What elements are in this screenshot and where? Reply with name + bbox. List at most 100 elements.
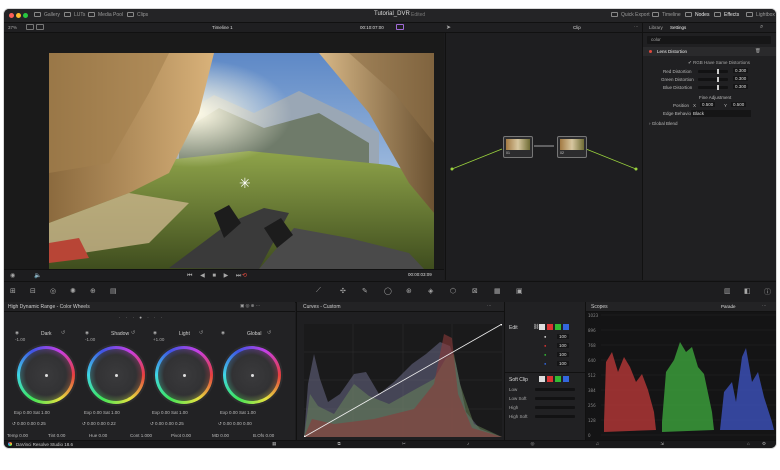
rgb-same-checkbox[interactable]: ✔ RGB Have Same Distortions <box>688 60 750 66</box>
maximize-window-button[interactable] <box>23 13 28 18</box>
page-navigation[interactable]: ▦ ⧉ ✂ ♪ ◎ ♫ ⇲ <box>272 441 694 447</box>
color-wheel-shadow[interactable] <box>87 346 145 404</box>
node-02[interactable]: 02 <box>557 136 587 158</box>
camera-raw-icon[interactable]: ⊞ <box>10 287 16 295</box>
quick-export-button[interactable]: Quick Export <box>611 12 650 18</box>
reset-wheel-icon[interactable]: ↺ <box>61 330 65 336</box>
curves-options-icon[interactable]: ··· <box>487 303 492 308</box>
reset-wheel-icon[interactable]: ↺ <box>267 330 271 336</box>
softclip-y-button[interactable] <box>539 376 545 382</box>
pointer-tool-icon[interactable]: ➤ <box>446 24 451 31</box>
viewer-options-icon[interactable] <box>396 24 404 30</box>
wheel-bottom-cont[interactable]: Cont 1.000 <box>130 433 152 438</box>
softclip-blue-button[interactable] <box>563 376 569 382</box>
clips-button[interactable]: Clips <box>127 12 148 18</box>
more-options-icon[interactable]: ··· <box>634 24 639 29</box>
transport-controls[interactable]: ⏮ ◀ ■ ▶ ⏭ <box>187 272 244 280</box>
red-distortion-slider[interactable] <box>698 69 728 74</box>
wheel-center-handle[interactable] <box>45 374 48 377</box>
soft-clip-low-slider[interactable] <box>535 388 575 391</box>
timeline-selector[interactable]: Timeline 1 <box>212 25 233 30</box>
zoom-level[interactable]: 37% <box>8 25 17 30</box>
zone-options-icon[interactable]: ▣ ◎ ⊕ ··· <box>240 303 260 309</box>
split-view-icon[interactable] <box>36 24 44 30</box>
scope-toggle-icon[interactable]: ▥ <box>724 287 731 295</box>
wheel-bottom-pivot[interactable]: Pivot 0.00 <box>171 433 191 438</box>
position-y-value[interactable]: 0.500 <box>731 102 747 107</box>
home-icon[interactable]: ⌂ <box>747 441 750 446</box>
rgb-mixer-icon[interactable]: ⊕ <box>90 287 96 295</box>
info-icon[interactable]: ⓘ <box>764 287 771 297</box>
luts-button[interactable]: LUTs <box>64 12 85 18</box>
scopes-options-icon[interactable]: ··· <box>762 303 767 308</box>
enable-dot-icon[interactable] <box>649 50 652 53</box>
node-01[interactable]: 01 <box>503 136 533 158</box>
color-wheel-global[interactable] <box>223 346 281 404</box>
blue-distortion-slider[interactable] <box>698 85 728 90</box>
global-blend-row[interactable]: › Global Blend <box>649 121 678 126</box>
settings-search-field[interactable]: color <box>647 36 771 44</box>
edge-behaviour-dropdown[interactable]: Black <box>691 110 751 117</box>
3d-icon[interactable]: ▣ <box>516 287 523 295</box>
color-match-icon[interactable]: ⊟ <box>30 287 36 295</box>
wheel-center-handle[interactable] <box>115 374 118 377</box>
curves-icon[interactable]: ⟋ <box>316 287 321 295</box>
curves-graph[interactable] <box>304 324 502 437</box>
magic-mask-icon[interactable]: ◈ <box>428 287 433 295</box>
wheel-bottom-md[interactable]: MD 0.00 <box>212 433 229 438</box>
tab-settings[interactable]: Settings <box>670 25 686 30</box>
tracker-icon[interactable]: ⊛ <box>406 287 412 295</box>
blue-distortion-value[interactable]: 0.300 <box>733 84 749 89</box>
timeline-button[interactable]: Timeline <box>652 12 681 18</box>
wheel-bottom-tint[interactable]: Tint 0.00 <box>48 433 65 438</box>
soft-clip-high-slider[interactable] <box>535 406 575 409</box>
color-wheel-light[interactable] <box>155 346 213 404</box>
reset-wheel-icon[interactable]: ↺ <box>199 330 203 336</box>
delete-icon[interactable]: 🗑 <box>755 48 761 54</box>
softclip-green-button[interactable] <box>555 376 561 382</box>
position-x-value[interactable]: 0.500 <box>700 102 716 107</box>
wheel-bottom-hue[interactable]: Hue 0.00 <box>89 433 107 438</box>
slider-thumb[interactable] <box>716 69 719 74</box>
viewer-mode-icon[interactable] <box>26 24 34 30</box>
window-icon[interactable]: ◯ <box>384 287 392 295</box>
edit-value-blue[interactable]: 100 <box>557 361 569 366</box>
motion-effects-icon[interactable]: ▤ <box>110 287 117 295</box>
wheel-toggle-icon[interactable]: ◉ <box>85 330 89 336</box>
wheel-toggle-icon[interactable]: ◉ <box>221 330 225 336</box>
loop-icon[interactable]: ⟲ <box>242 272 247 279</box>
wheel-bottom-temp[interactable]: Temp 0.00 <box>7 433 28 438</box>
softclip-red-button[interactable] <box>547 376 553 382</box>
audio-icon[interactable]: 🔈 <box>34 272 41 279</box>
edit-value-green[interactable]: 100 <box>557 352 569 357</box>
edit-value-red[interactable]: 100 <box>557 343 569 348</box>
lightbox-button[interactable]: Lightbox <box>746 12 775 18</box>
channel-blue-button[interactable] <box>563 324 569 330</box>
sizing-icon[interactable]: ▦ <box>494 287 501 295</box>
soft-clip-low-soft-slider[interactable] <box>535 397 575 400</box>
reset-wheel-icon[interactable]: ↺ <box>131 330 135 336</box>
gallery-button[interactable]: Gallery <box>34 12 60 18</box>
channel-green-button[interactable] <box>555 324 561 330</box>
nodes-button[interactable]: Nodes <box>685 12 709 18</box>
clip-selector[interactable]: Clip <box>573 25 581 30</box>
tab-library[interactable]: Library <box>649 25 663 30</box>
close-window-button[interactable] <box>9 13 14 18</box>
blur-icon[interactable]: ⬡ <box>450 287 456 295</box>
wheel-center-handle[interactable] <box>251 374 254 377</box>
qualifier-icon[interactable]: ✎ <box>362 287 368 295</box>
green-distortion-slider[interactable] <box>698 77 728 82</box>
hdr-icon[interactable]: ✺ <box>70 287 76 295</box>
key-icon[interactable]: ⊠ <box>472 287 478 295</box>
wheel-bottom-b-ofs[interactable]: B.Ofs 0.00 <box>253 433 274 438</box>
color-wheel-dark[interactable] <box>17 346 75 404</box>
effects-button[interactable]: Effects <box>714 12 739 18</box>
slider-thumb[interactable] <box>716 85 719 90</box>
channel-y-button[interactable] <box>539 324 545 330</box>
green-distortion-value[interactable]: 0.300 <box>733 76 749 81</box>
minimize-window-button[interactable] <box>16 13 21 18</box>
primaries-icon[interactable]: ◎ <box>50 287 56 295</box>
stills-icon[interactable]: ◧ <box>744 287 751 295</box>
settings-gear-icon[interactable]: ⚙ <box>762 441 766 447</box>
edit-value-y[interactable]: 100 <box>557 334 569 339</box>
